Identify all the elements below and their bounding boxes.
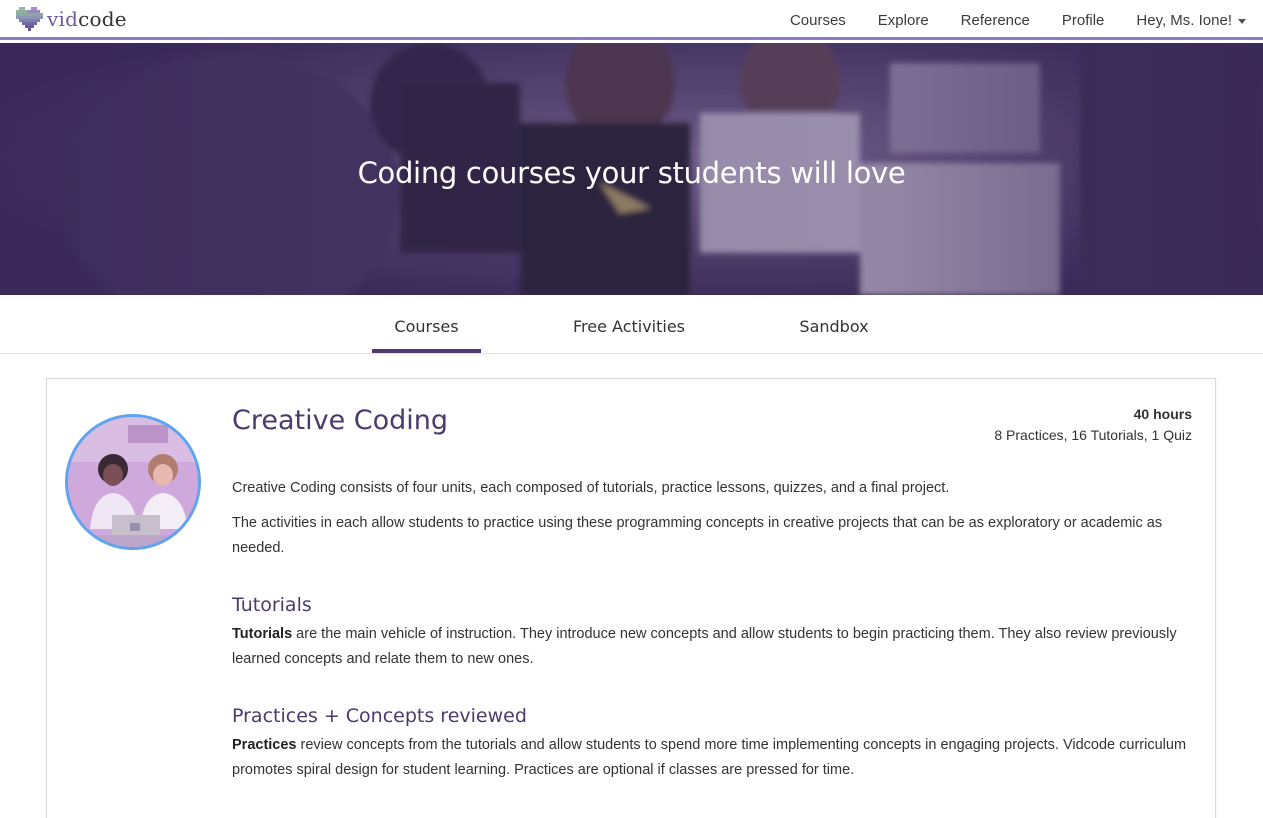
section-term-tutorials: Tutorials bbox=[232, 626, 293, 642]
course-title: Creative Coding bbox=[232, 405, 449, 436]
tab-free-activities[interactable]: Free Activities bbox=[560, 295, 698, 353]
section-text-tutorials: Tutorials are the main vehicle of instru… bbox=[232, 622, 1192, 672]
nav-courses[interactable]: Courses bbox=[790, 12, 846, 29]
section-text-practices: Practices review concepts from the tutor… bbox=[232, 733, 1192, 783]
course-activity-counts: 8 Practices, 16 Tutorials, 1 Quiz bbox=[994, 427, 1192, 443]
vidcode-logo[interactable]: vidcode bbox=[16, 7, 127, 31]
section-heading-tutorials: Tutorials bbox=[232, 594, 312, 616]
nav-explore[interactable]: Explore bbox=[878, 12, 929, 29]
logo-text-code: code bbox=[78, 7, 127, 31]
tab-sandbox[interactable]: Sandbox bbox=[780, 295, 888, 353]
nav-links: Courses Explore Reference Profile Hey, M… bbox=[758, 0, 1246, 40]
hero-title: Coding courses your students will love bbox=[357, 156, 906, 190]
course-avatar[interactable] bbox=[65, 414, 201, 550]
section-body-practices: review concepts from the tutorials and a… bbox=[232, 737, 1187, 778]
course-intro-paragraph-1: Creative Coding consists of four units, … bbox=[232, 480, 950, 496]
section-term-practices: Practices bbox=[232, 737, 297, 753]
course-description: Creative Coding consists of four units, … bbox=[232, 476, 1192, 793]
logo-text-vid: vid bbox=[47, 7, 79, 31]
pixel-heart-icon bbox=[16, 7, 43, 31]
caret-down-icon bbox=[1238, 18, 1246, 24]
user-menu[interactable]: Hey, Ms. Ione! bbox=[1136, 12, 1246, 29]
tab-courses[interactable]: Courses bbox=[372, 295, 481, 353]
course-card: Creative Coding 40 hours 8 Practices, 16… bbox=[46, 378, 1216, 818]
course-intro-paragraph-2: The activities in each allow students to… bbox=[232, 515, 1163, 556]
user-menu-label: Hey, Ms. Ione! bbox=[1136, 11, 1232, 29]
course-tabs: Courses Free Activities Sandbox bbox=[0, 295, 1263, 354]
section-body-tutorials: are the main vehicle of instruction. The… bbox=[232, 626, 1177, 667]
nav-profile[interactable]: Profile bbox=[1062, 12, 1105, 29]
hero-banner: Coding courses your students will love bbox=[0, 43, 1263, 295]
course-students-photo bbox=[68, 417, 198, 547]
nav-reference[interactable]: Reference bbox=[961, 12, 1030, 29]
section-heading-practices: Practices + Concepts reviewed bbox=[232, 705, 527, 727]
course-meta: 40 hours 8 Practices, 16 Tutorials, 1 Qu… bbox=[994, 404, 1192, 446]
course-hours: 40 hours bbox=[1133, 406, 1192, 422]
logo-wordmark: vidcode bbox=[47, 7, 127, 31]
top-navbar: vidcode Courses Explore Reference Profil… bbox=[0, 0, 1263, 40]
